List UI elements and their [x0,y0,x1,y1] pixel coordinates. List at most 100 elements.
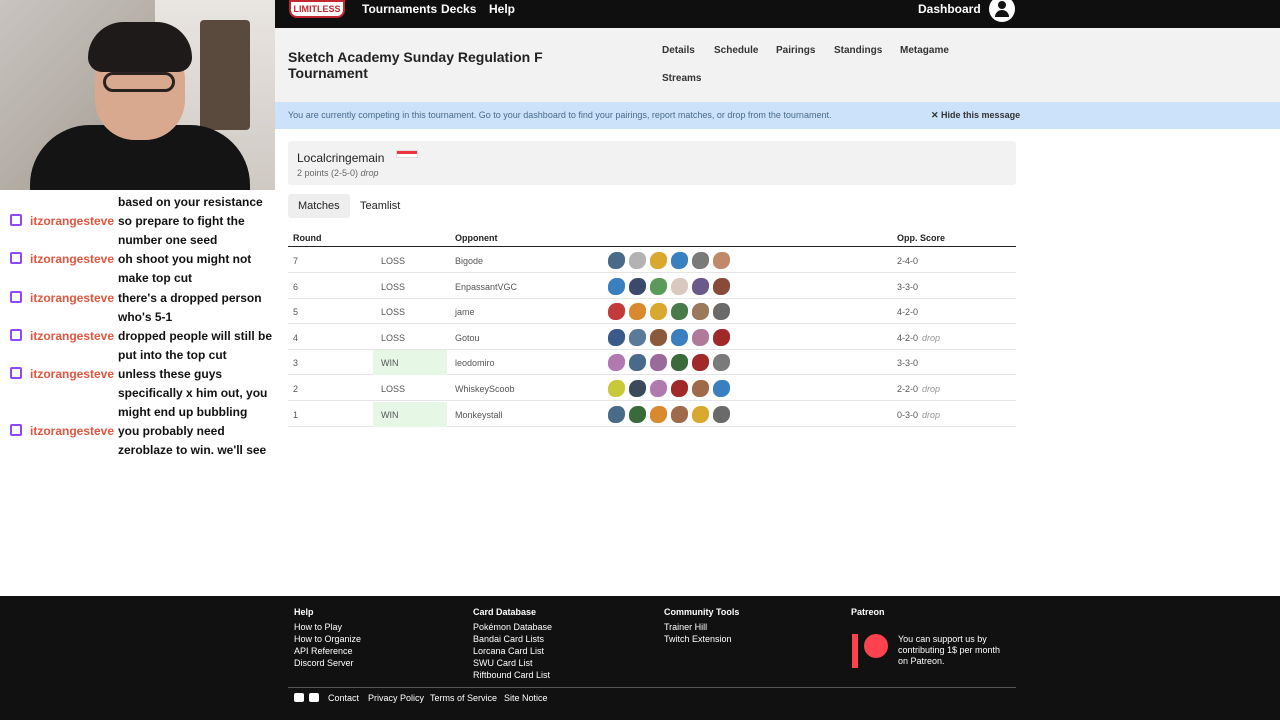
patreon-icon[interactable] [852,634,888,668]
opponent-link[interactable]: WhiskeyScoob [455,384,515,394]
player-points: 2 points (2-5-0) drop [297,168,379,178]
tab-details[interactable]: Details [662,45,695,56]
opponent-team[interactable] [608,354,738,372]
footer-link-twitch-extension[interactable]: Twitch Extension [664,634,732,644]
pokemon-sprite-icon [608,328,625,346]
tab-pairings[interactable]: Pairings [776,45,815,56]
footer-link-bandai-card-lists[interactable]: Bandai Card Lists [473,634,544,644]
opponent-link[interactable]: Gotou [455,333,480,343]
result-cell: LOSS [381,332,406,343]
player-status: drop [360,168,379,178]
result-cell: WIN [373,350,447,376]
chat-username: itzorangesteve [30,329,115,343]
twitch-icon[interactable] [309,693,319,702]
footer-link-contact[interactable]: Contact [328,693,359,703]
opponent-link[interactable]: jame [455,307,475,317]
column-header-round: Round [293,233,322,243]
opponent-team[interactable] [608,252,738,269]
pokemon-sprite-icon [671,380,688,397]
chat-message: you probably need zeroblaze to win. we'l… [118,424,267,457]
table-row: 5 LOSS jame 4-2-0 [288,299,1016,325]
pokemon-sprite-icon [692,405,709,423]
pokemon-sprite-icon [608,405,625,423]
pokemon-sprite-icon [629,277,646,295]
footer-link-pokemon-database[interactable]: Pokémon Database [473,622,552,632]
table-row: 6 LOSS EnpassantVGC 3-3-0 [288,274,1016,299]
opponent-link[interactable]: leodomiro [455,358,495,368]
pokemon-sprite-icon [650,328,667,346]
page-title: Sketch Academy Sunday Regulation F Tourn… [288,49,543,81]
subtab-matches[interactable]: Matches [288,194,350,218]
round-cell: 6 [293,281,299,292]
footer-link-how-to-play[interactable]: How to Play [294,622,342,632]
nav-decks[interactable]: Decks [441,2,476,16]
opp-score-cell: 0-3-0 drop [897,410,940,420]
opponent-team[interactable] [608,328,738,346]
pokemon-sprite-icon [608,380,625,397]
footer-link-api-reference[interactable]: API Reference [294,646,353,656]
pokemon-sprite-icon [650,380,667,397]
pokemon-sprite-icon [692,252,709,269]
opponent-team[interactable] [608,380,738,397]
chat-message: dropped people will still be put into th… [118,329,273,362]
opponent-link[interactable]: EnpassantVGC [455,282,517,292]
tournament-header: Sketch Academy Sunday Regulation F Tourn… [275,28,1280,102]
opp-score-value: 4-2-0 [897,307,919,318]
subtab-teamlist[interactable]: Teamlist [350,194,410,218]
competing-alert: You are currently competing in this tour… [275,102,1280,129]
footer-link-discord-server[interactable]: Discord Server [294,658,354,668]
footer-link-site-notice[interactable]: Site Notice [504,693,548,703]
nav-dashboard[interactable]: Dashboard [918,2,981,16]
site-footer: Help How to Play How to Organize API Ref… [0,596,1280,720]
webcam-hair [88,22,192,72]
twitch-badge-icon [10,367,22,379]
table-row: 3 WIN leodomiro 3-3-0 [288,350,1016,376]
pokemon-sprite-icon [650,303,667,321]
top-navbar: LIMITLESS Tournaments Decks Help Dashboa… [275,0,1280,28]
twitter-icon[interactable] [294,693,304,702]
tab-metagame[interactable]: Metagame [900,45,949,56]
tab-schedule[interactable]: Schedule [714,45,758,56]
opp-score-cell: 4-2-0 drop [897,333,940,343]
footer-link-lorcana-card-list[interactable]: Lorcana Card List [473,646,544,656]
chat-message: based on your resistance [118,195,263,209]
round-cell: 5 [293,307,299,318]
footer-link-trainer-hill[interactable]: Trainer Hill [664,622,707,632]
pokemon-sprite-icon [713,328,730,346]
pokemon-sprite-icon [671,405,688,423]
pokemon-sprite-icon [629,380,646,397]
footer-link-terms-of-service[interactable]: Terms of Service [430,693,497,703]
opponent-team[interactable] [608,277,738,295]
hide-message-label: Hide this message [941,110,1021,120]
pokemon-sprite-icon [692,380,709,397]
pokemon-sprite-icon [671,252,688,269]
opponent-team[interactable] [608,405,738,423]
footer-link-privacy-policy[interactable]: Privacy Policy [368,693,424,703]
pokemon-sprite-icon [713,354,730,372]
tab-standings[interactable]: Standings [834,45,882,56]
nav-help[interactable]: Help [489,2,515,16]
chat-username: itzorangesteve [30,367,115,381]
opponent-link[interactable]: Monkeystall [455,410,503,420]
footer-link-how-to-organize[interactable]: How to Organize [294,634,361,644]
result-cell: LOSS [381,256,406,266]
chat-username: itzorangesteve [30,252,115,266]
nav-tournaments[interactable]: Tournaments [362,2,437,16]
site-logo[interactable]: LIMITLESS [289,0,345,18]
chat-message: so prepare to fight the number one seed [118,214,245,247]
pokemon-sprite-icon [629,354,646,372]
user-avatar-icon[interactable] [989,0,1015,22]
tab-streams[interactable]: Streams [662,73,701,84]
pokemon-sprite-icon [650,252,667,269]
opp-score-value: 3-3-0 [897,358,919,369]
footer-link-riftbound-card-list[interactable]: Riftbound Card List [473,670,550,680]
pokemon-sprite-icon [608,277,625,295]
opponent-team[interactable] [608,303,738,321]
webcam-cat-tree [200,20,250,130]
opponent-link[interactable]: Bigode [455,256,483,266]
hide-message-button[interactable]: ✕ Hide this message [931,110,1020,121]
opp-score-cell: 2-2-0 drop [897,384,940,394]
opp-score-cell: 3-3-0 [897,358,918,368]
footer-link-swu-card-list[interactable]: SWU Card List [473,658,533,668]
footer-divider [288,687,1016,688]
